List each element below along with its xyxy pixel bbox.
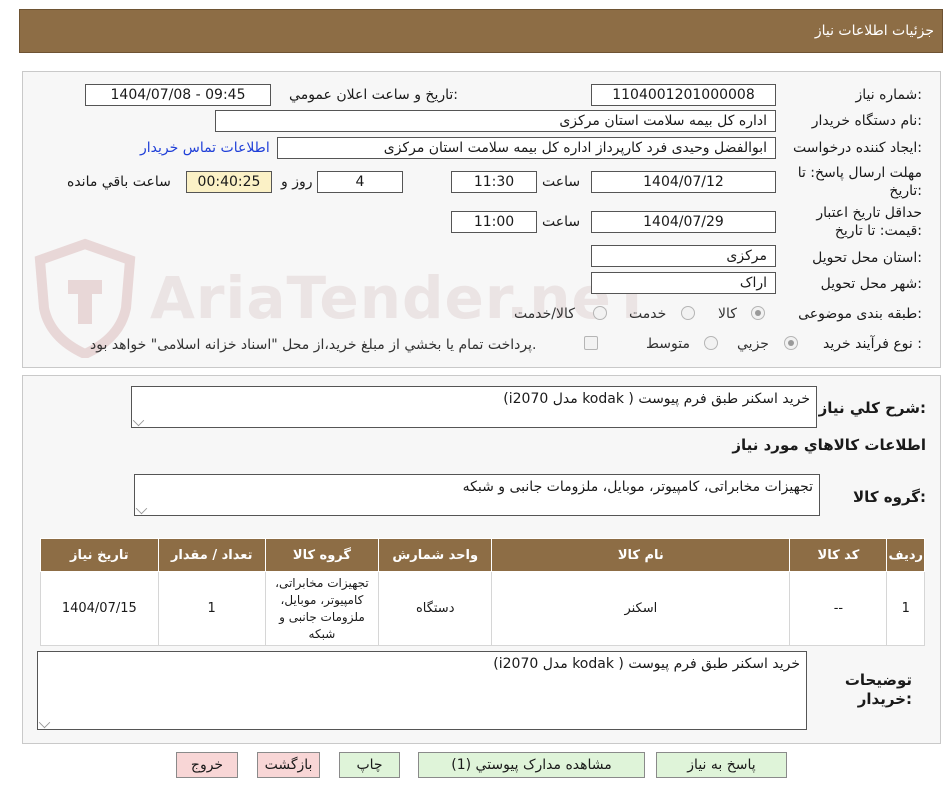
days-label: روز و [281, 174, 313, 190]
col-unit-header: واحد شمارش [378, 538, 493, 572]
validity-label-1: حداقل تاريخ اعتبار [816, 205, 922, 221]
col-row-header: رديف [886, 538, 925, 572]
cell-row: 1 [886, 571, 925, 646]
announce-field: 1404/07/08 - 09:45 [85, 84, 271, 106]
need-number-label: شماره نياز: [855, 87, 922, 103]
summary-textarea[interactable]: خرید اسکنر طبق فرم پیوست ( kodak مدل i20… [131, 386, 817, 428]
process-partial-radio[interactable] [784, 336, 798, 350]
city-label: شهر محل تحويل: [820, 276, 922, 292]
page-title: جزئيات اطلاعات نياز [814, 23, 934, 39]
category-goods-service-label: کالا/خدمت [514, 306, 575, 322]
process-medium-label: متوسط [646, 336, 690, 352]
process-medium-radio[interactable] [704, 336, 718, 350]
buyer-field: اداره کل بیمه سلامت استان مرکزی [215, 110, 776, 132]
province-label: استان محل تحويل: [812, 250, 922, 266]
table-header-row: رديف کد کالا نام کالا واحد شمارش گروه کا… [40, 538, 925, 572]
cell-name: اسکنر [491, 571, 791, 646]
contact-buyer-link[interactable]: اطلاعات تماس خريدار [140, 140, 270, 156]
col-group-header: گروه کالا [264, 538, 380, 572]
treasury-payment-checkbox[interactable] [584, 336, 598, 350]
category-goods-label: کالا [718, 306, 737, 322]
cell-qty: 1 [157, 571, 266, 646]
exit-button[interactable]: خروج [176, 752, 238, 778]
category-goods-radio[interactable] [751, 306, 765, 320]
treasury-payment-note: پرداخت تمام يا بخشي از مبلغ خريد،از محل … [90, 337, 537, 353]
process-label: نوع فرآيند خريد : [823, 336, 922, 352]
deadline-label-1: مهلت ارسال پاسخ: تا [797, 165, 922, 181]
category-service-radio[interactable] [681, 306, 695, 320]
days-field: 4 [317, 171, 403, 193]
deadline-label-2: تاريخ: [889, 183, 922, 199]
validity-time-field: 11:00 [451, 211, 537, 233]
reply-button[interactable]: پاسخ به نياز [656, 752, 787, 778]
buyer-label: نام دستگاه خريدار: [811, 113, 922, 129]
deadline-date-field: 1404/07/12 [591, 171, 776, 193]
watermark-text: AriaTender.neT [150, 264, 653, 332]
items-table: رديف کد کالا نام کالا واحد شمارش گروه کا… [40, 538, 925, 646]
remaining-label: ساعت باقي مانده [67, 174, 171, 190]
cell-date: 1404/07/15 [40, 571, 159, 646]
category-label: طبقه بندی موضوعی: [798, 306, 922, 322]
announce-label: تاريخ و ساعت اعلان عمومي: [289, 87, 458, 103]
remaining-time-field: 00:40:25 [186, 171, 272, 193]
category-service-label: خدمت [629, 306, 667, 322]
validity-time-label: ساعت [542, 214, 581, 230]
buyer-notes-label-2: خريدار: [857, 690, 912, 708]
goods-group-textarea[interactable]: تجهیزات مخابراتی، کامپیوتر، موبایل، ملزو… [134, 474, 820, 516]
creator-label: ايجاد کننده درخواست: [793, 140, 922, 156]
col-date-header: تاريخ نياز [40, 538, 159, 572]
need-number-field: 1104001201000008 [591, 84, 776, 106]
process-partial-label: جزيي [737, 336, 769, 352]
summary-label: شرح کلي نياز: [818, 399, 926, 417]
validity-label-2: قيمت: تا تاريخ: [834, 223, 922, 239]
deadline-time-field: 11:30 [451, 171, 537, 193]
print-button[interactable]: چاپ [339, 752, 400, 778]
back-button[interactable]: بازگشت [257, 752, 320, 778]
city-field: اراک [591, 272, 776, 294]
col-name-header: نام کالا [491, 538, 791, 572]
table-row: 1 -- اسکنر دستگاه تجهيزات مخابراتی، کامپ… [40, 571, 925, 646]
goods-section-title: اطلاعات کالاهاي مورد نياز [732, 436, 926, 454]
creator-field: ابوالفضل وحیدی فرد کارپرداز اداره کل بیم… [277, 137, 776, 159]
province-field: مرکزی [591, 245, 776, 267]
buyer-notes-label-1: توضيحات [844, 671, 912, 689]
col-qty-header: تعداد / مقدار [157, 538, 266, 572]
cell-code: -- [789, 571, 888, 646]
cell-unit: دستگاه [378, 571, 493, 646]
cell-group: تجهيزات مخابراتی، کامپیوتر، موبایل، ملزو… [264, 571, 380, 646]
category-goods-service-radio[interactable] [593, 306, 607, 320]
deadline-time-label: ساعت [542, 174, 581, 190]
col-code-header: کد کالا [789, 538, 888, 572]
validity-date-field: 1404/07/29 [591, 211, 776, 233]
view-attachments-button[interactable]: مشاهده مدارک پيوستي (1) [418, 752, 645, 778]
buyer-notes-textarea[interactable]: خرید اسکنر طبق فرم پیوست ( kodak مدل i20… [37, 651, 807, 730]
goods-group-label: گروه کالا: [853, 488, 926, 506]
page-header: جزئيات اطلاعات نياز [19, 9, 943, 53]
